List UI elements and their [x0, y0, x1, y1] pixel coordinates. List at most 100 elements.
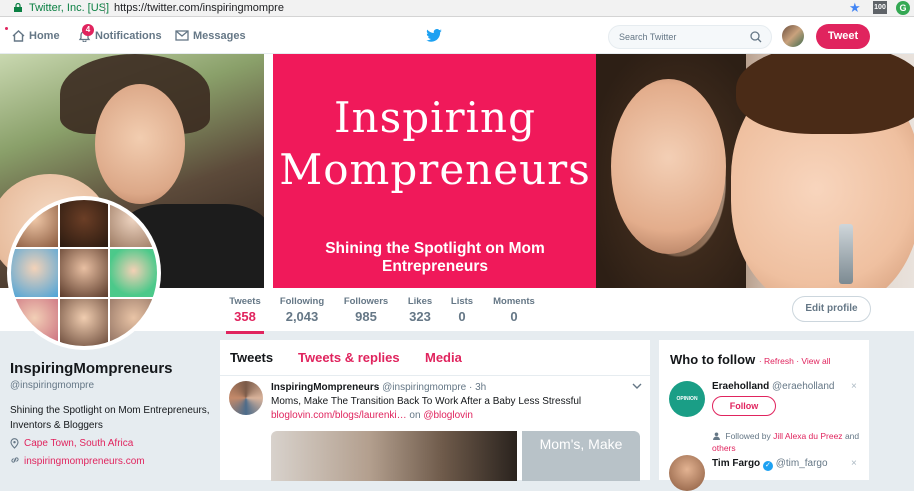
tweet-url-link[interactable]: bloglovin.com/blogs/laurenki… — [271, 410, 407, 421]
nav-messages[interactable]: Messages — [175, 17, 246, 54]
separator-dot: · — [796, 356, 800, 366]
followed-by-others-link[interactable]: others — [712, 443, 736, 453]
profile-website-link[interactable]: inspiringmompreneurs.com — [10, 456, 210, 467]
profile-handle: @inspiringmompre — [10, 380, 95, 391]
tweet-media-image[interactable] — [271, 431, 517, 481]
suggestion-avatar[interactable]: OPINION — [669, 381, 705, 417]
stat-likes[interactable]: Likes 323 — [404, 296, 436, 324]
stat-value: 323 — [409, 309, 431, 324]
tweet-media-image-secondary[interactable]: Mom's, Make — [522, 431, 640, 481]
banner-subtitle: Shining the Spotlight on Mom Entrepreneu… — [325, 240, 545, 275]
banner-title-line2: Mompreneurs — [279, 145, 591, 194]
extension-icon[interactable]: 100 — [873, 1, 887, 14]
url-separator: | — [103, 2, 106, 14]
tweet-button[interactable]: Tweet — [816, 24, 870, 49]
browser-address-bar[interactable]: Twitter, Inc. [US] | https://twitter.com… — [0, 0, 914, 17]
person-icon — [713, 432, 720, 440]
profile-avatar[interactable] — [7, 196, 161, 350]
stat-following[interactable]: Following 2,043 — [278, 296, 326, 324]
suggestion-name: Eraeholland — [712, 381, 770, 392]
twitter-bird-logo-icon[interactable] — [426, 29, 442, 42]
suggestion-user[interactable]: Tim Fargo ✓ @tim_fargo — [712, 458, 828, 471]
profile-location[interactable]: Cape Town, South Africa — [10, 438, 210, 449]
search-input[interactable]: Search Twitter — [608, 25, 772, 49]
nav-home-label: Home — [29, 29, 60, 42]
nav-home[interactable]: Home — [12, 17, 60, 54]
suggestion-handle: @tim_fargo — [775, 458, 828, 469]
dismiss-suggestion-close-icon[interactable]: × — [851, 381, 857, 392]
home-icon — [12, 29, 25, 42]
stat-followers[interactable]: Followers 985 — [342, 296, 390, 324]
avatar-collage — [11, 200, 157, 346]
tab-tweets-and-replies[interactable]: Tweets & replies — [298, 350, 400, 365]
stat-value: 358 — [234, 309, 256, 324]
site-identity: Twitter, Inc. [US] — [29, 2, 110, 14]
envelope-icon — [175, 30, 189, 41]
tweet-item[interactable]: InspiringMompreneurs @inspiringmompre · … — [220, 377, 650, 481]
tweet-author-handle-time: @inspiringmompre · 3h — [382, 382, 487, 393]
tweet-text: Moms, Make The Transition Back To Work A… — [271, 396, 582, 407]
edit-profile-button[interactable]: Edit profile — [792, 296, 871, 322]
followed-by-text: Followed by Jill Alexa du Preez and othe… — [712, 430, 862, 454]
dismiss-suggestion-close-icon[interactable]: × — [851, 458, 857, 469]
follow-button[interactable]: Follow — [712, 396, 776, 416]
suggestion-user[interactable]: Eraeholland @eraeholland — [712, 381, 834, 392]
bookmark-star-icon[interactable]: ★ — [849, 0, 861, 16]
unread-dot — [5, 27, 8, 30]
followed-by-and: and — [844, 431, 860, 441]
top-navigation: Home Notifications 4 Messages Search Twi… — [0, 17, 914, 54]
banner-brand-box: Inspiring Mompreneurs Shining the Spotli… — [264, 54, 606, 288]
nav-notifications[interactable]: Notifications — [78, 17, 162, 54]
tab-media[interactable]: Media — [425, 350, 462, 365]
stat-value: 0 — [458, 309, 466, 324]
lock-icon — [14, 3, 22, 12]
profile-info: InspiringMompreneurs @inspiringmompre Sh… — [10, 360, 210, 467]
tweet-mention-link[interactable]: @bloglovin — [423, 410, 473, 421]
stat-label: Lists — [450, 296, 474, 307]
profile-name[interactable]: InspiringMompreneurs — [10, 360, 210, 377]
profile-location-text: Cape Town, South Africa — [24, 438, 134, 449]
stat-label: Following — [279, 296, 325, 307]
refresh-link[interactable]: Refresh — [764, 356, 794, 366]
suggestion-avatar[interactable] — [669, 455, 705, 491]
timeline: Tweets Tweets & replies Media InspiringM… — [220, 340, 650, 481]
timeline-tabs: Tweets Tweets & replies Media — [220, 340, 650, 376]
who-to-follow-header: Who to follow · Refresh · View all — [670, 352, 831, 367]
tweet-header: InspiringMompreneurs @inspiringmompre · … — [271, 382, 486, 393]
stat-label: Likes — [407, 296, 433, 307]
banner-title-line1: Inspiring — [334, 93, 536, 142]
tweet-author-name[interactable]: InspiringMompreneurs — [271, 382, 379, 393]
search-icon[interactable] — [750, 31, 762, 43]
grammarly-extension-icon[interactable]: G — [896, 1, 910, 15]
url-text[interactable]: https://twitter.com/inspiringmompre — [114, 0, 284, 16]
stat-moments[interactable]: Moments 0 — [491, 296, 537, 324]
verified-badge-icon: ✓ — [762, 461, 773, 471]
account-avatar[interactable] — [782, 25, 804, 47]
followed-by-names-link[interactable]: Jill Alexa du Preez — [773, 431, 842, 441]
view-all-link[interactable]: View all — [801, 356, 830, 366]
tab-tweets[interactable]: Tweets — [230, 350, 273, 365]
tweet-media-caption: Mom's, Make — [539, 436, 623, 452]
chevron-down-icon[interactable] — [632, 383, 642, 390]
stat-value: 2,043 — [285, 309, 319, 324]
stat-label: Tweets — [229, 296, 261, 307]
who-to-follow-title: Who to follow — [670, 352, 756, 367]
profile-bio: Shining the Spotlight on Mom Entrepreneu… — [10, 405, 210, 431]
stat-tweets[interactable]: Tweets 358 — [226, 296, 264, 334]
banner-photo-right — [596, 54, 914, 288]
location-pin-icon — [10, 438, 19, 449]
suggestion-handle: @eraeholland — [772, 381, 835, 392]
followed-by-prefix: Followed by — [725, 431, 771, 441]
tweet-author-avatar[interactable] — [229, 381, 263, 415]
link-icon — [11, 457, 19, 463]
stat-lists[interactable]: Lists 0 — [450, 296, 474, 324]
banner-title: Inspiring Mompreneurs — [273, 92, 597, 196]
tweet-links: bloglovin.com/blogs/laurenki… on @bloglo… — [271, 410, 473, 421]
tweet-link-on: on — [409, 410, 421, 421]
separator-dot: · — [758, 356, 762, 366]
stat-label: Moments — [493, 296, 535, 307]
stat-value: 985 — [355, 309, 377, 324]
nav-notifications-label: Notifications — [95, 29, 162, 42]
stat-value: 0 — [510, 309, 518, 324]
stat-label: Followers — [343, 296, 389, 307]
